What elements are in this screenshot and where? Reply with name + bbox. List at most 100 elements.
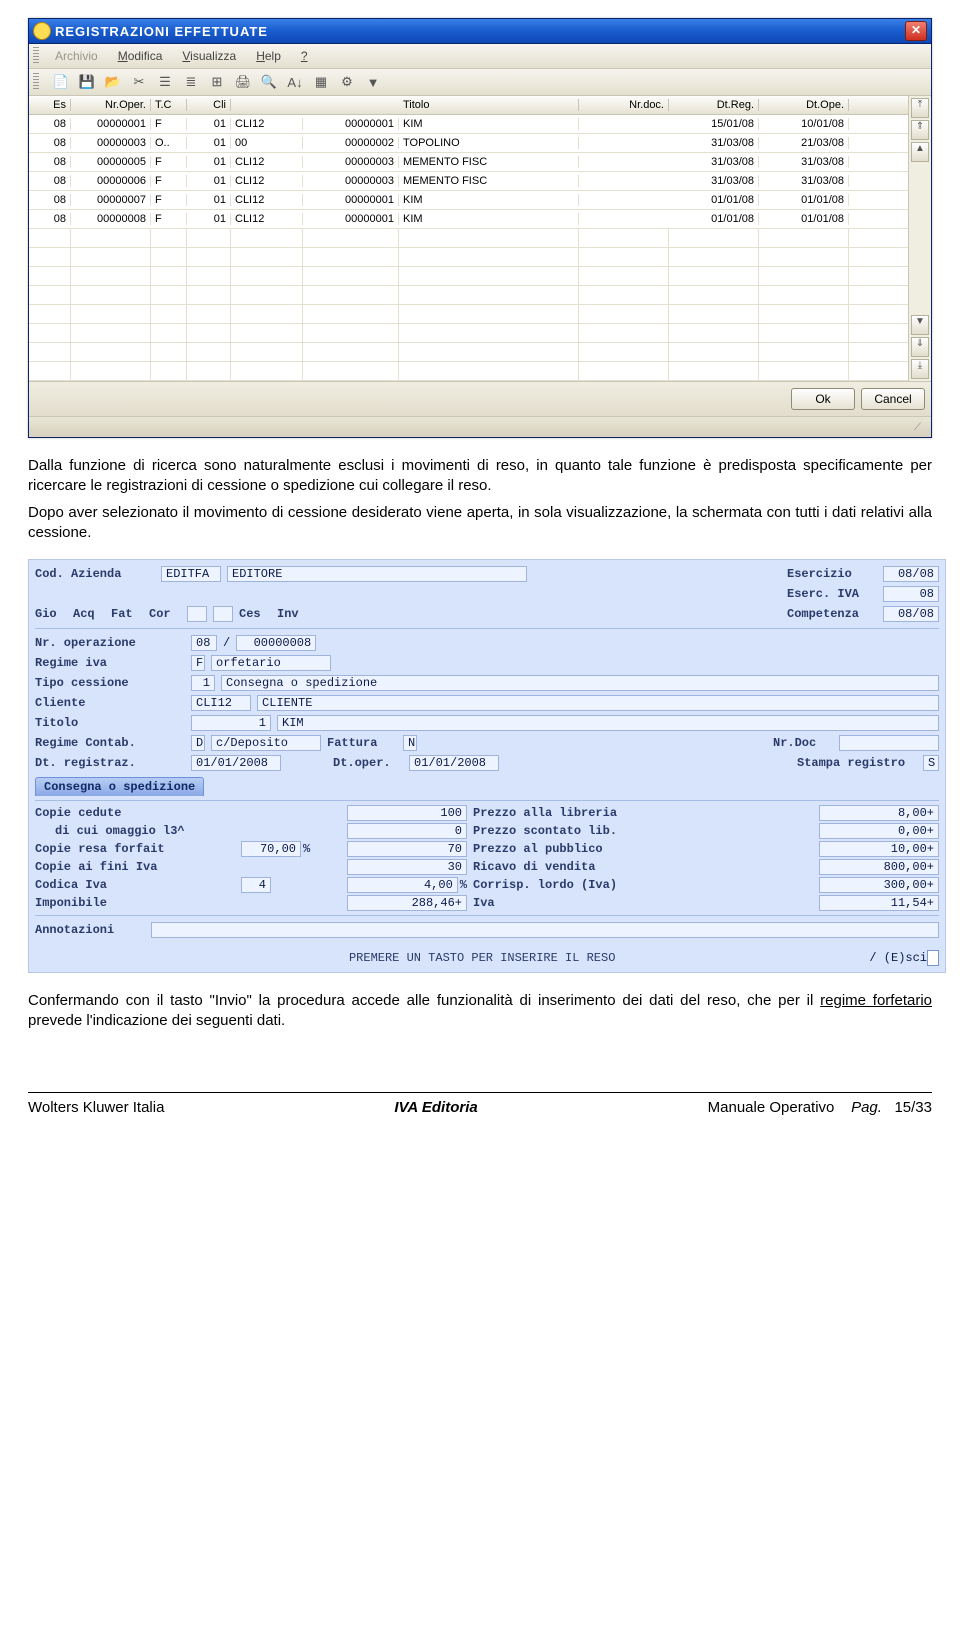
save-icon[interactable]: 💾 <box>77 72 97 92</box>
grid-body[interactable]: 0800000001F01CLI1200000001KIM15/01/0810/… <box>29 115 908 381</box>
paragraph-1: Dalla funzione di ricerca sono naturalme… <box>28 456 932 497</box>
val-iva: 11,54+ <box>819 895 939 911</box>
menu-about[interactable]: ? <box>291 47 318 65</box>
col-titolo: Titolo <box>399 99 579 111</box>
table-row[interactable] <box>29 305 908 324</box>
lbl-titolo: Titolo <box>35 716 185 730</box>
lbl-dtoper: Dt.oper. <box>333 756 403 770</box>
table-row[interactable] <box>29 343 908 362</box>
lbl-gio: Gio <box>35 607 67 621</box>
grid-header[interactable]: Es Nr.Oper. T.C Cli Titolo Nr.doc. Dt.Re… <box>29 96 908 115</box>
fld-regcontB: c/Deposito <box>211 735 321 751</box>
prompt-text: PREMERE UN TASTO PER INSERIRE IL RESO <box>95 951 869 965</box>
lbl-prezzo-lib: Prezzo alla libreria <box>473 806 813 820</box>
scrollbar[interactable]: ⤒ ⇑ ▲ ▼ ⇓ ⤓ <box>908 96 931 381</box>
window-title: REGISTRAZIONI EFFETTUATE <box>55 24 905 39</box>
lbl-tipoc: Tipo cessione <box>35 676 185 690</box>
app-icon <box>33 22 51 40</box>
lbl-forfait: Copie resa forfait <box>35 842 235 856</box>
table-row[interactable] <box>29 286 908 305</box>
find-icon[interactable]: 🔍 <box>259 72 279 92</box>
table-row[interactable]: 0800000003O..010000000002TOPOLINO31/03/0… <box>29 134 908 153</box>
sort-icon[interactable]: A↓ <box>285 72 305 92</box>
lbl-prezzo-scont: Prezzo scontato lib. <box>473 824 813 838</box>
footer-left: Wolters Kluwer Italia <box>28 1099 164 1116</box>
menu-help[interactable]: Help <box>246 47 291 65</box>
val-corrisp: 300,00+ <box>819 877 939 893</box>
fld-regivaA: F <box>191 655 205 671</box>
lbl-copie-cedute: Copie cedute <box>35 806 235 820</box>
titlebar[interactable]: REGISTRAZIONI EFFETTUATE ✕ <box>29 19 931 44</box>
fld-annot <box>151 922 939 938</box>
table-row[interactable]: 0800000008F01CLI1200000001KIM01/01/0801/… <box>29 210 908 229</box>
col-nrdoc: Nr.doc. <box>579 99 669 111</box>
excel-icon[interactable]: ▦ <box>311 72 331 92</box>
grip-icon <box>33 47 39 65</box>
lbl-stampa: Stampa registro <box>797 756 917 770</box>
val-prezzo-pub: 10,00+ <box>819 841 939 857</box>
lbl-eserciva: Eserc. IVA <box>787 587 877 601</box>
val-ricavo: 800,00+ <box>819 859 939 875</box>
print-icon[interactable]: 🖨 <box>233 72 253 92</box>
table-row[interactable] <box>29 324 908 343</box>
menu-modifica[interactable]: Modifica <box>108 47 173 65</box>
open-icon[interactable]: 📂 <box>103 72 123 92</box>
statusbar: ⟋ <box>29 416 931 437</box>
ok-button[interactable]: Ok <box>791 388 855 410</box>
lbl-omaggio: di cui omaggio l3^ <box>35 824 235 838</box>
lbl-fattura: Fattura <box>327 736 397 750</box>
fld-titoloA: 1 <box>191 715 271 731</box>
col-nroper: Nr.Oper. <box>71 99 151 111</box>
page-footer: Wolters Kluwer Italia IVA Editoria Manua… <box>28 1092 932 1126</box>
grip-icon <box>33 73 39 91</box>
scroll-pageup-icon[interactable]: ⇑ <box>911 120 929 140</box>
tool-icon[interactable]: ⚙ <box>337 72 357 92</box>
cut-icon[interactable]: ✂ <box>129 72 149 92</box>
lbl-inv: Inv <box>277 607 309 621</box>
lbl-iva: Iva <box>473 896 813 910</box>
lbl-regiva: Regime iva <box>35 656 185 670</box>
lbl-ces: Ces <box>239 607 271 621</box>
table-row[interactable]: 0800000006F01CLI1200000003MEMENTO FISC31… <box>29 172 908 191</box>
list-icon[interactable]: ☰ <box>155 72 175 92</box>
lbl-nrop: Nr. operazione <box>35 636 185 650</box>
fld-regcontA: D <box>191 735 205 751</box>
lbl-compet: Competenza <box>787 607 877 621</box>
scroll-top-icon[interactable]: ⤒ <box>911 98 929 118</box>
paragraph-2: Dopo aver selezionato il movimento di ce… <box>28 503 932 544</box>
val-copie-cedute: 100 <box>347 805 467 821</box>
table-row[interactable] <box>29 267 908 286</box>
fld-eserc: 08/08 <box>883 566 939 582</box>
cursor-icon <box>927 950 939 966</box>
scroll-bottom-icon[interactable]: ⤓ <box>911 359 929 379</box>
val-codiva-code: 4 <box>241 877 271 893</box>
table-row[interactable]: 0800000007F01CLI1200000001KIM01/01/0801/… <box>29 191 908 210</box>
menu-archivio[interactable]: Archivio <box>45 47 108 65</box>
scroll-down-icon[interactable]: ▼ <box>911 315 929 335</box>
list2-icon[interactable]: ≣ <box>181 72 201 92</box>
table-row[interactable]: 0800000005F01CLI1200000003MEMENTO FISC31… <box>29 153 908 172</box>
fld-tipocA: 1 <box>191 675 215 691</box>
table-row[interactable] <box>29 229 908 248</box>
scroll-pagedown-icon[interactable]: ⇓ <box>911 337 929 357</box>
tab-consegna[interactable]: Consegna o spedizione <box>35 777 204 796</box>
col-cli: Cli <box>187 99 231 111</box>
paragraph-3: Confermando con il tasto "Invio" la proc… <box>28 991 932 1032</box>
close-icon[interactable]: ✕ <box>905 21 927 41</box>
val-forfait: 70 <box>347 841 467 857</box>
val-omaggio: 0 <box>347 823 467 839</box>
lbl-corrisp: Corrisp. lordo (Iva) <box>473 878 813 892</box>
detail-form: Cod. Azienda EDITFA EDITORE Esercizio 08… <box>28 559 946 973</box>
table-icon[interactable]: ⊞ <box>207 72 227 92</box>
footer-right: Manuale Operativo Pag. 15/33 <box>708 1099 932 1116</box>
scroll-up-icon[interactable]: ▲ <box>911 142 929 162</box>
footer-mid: IVA Editoria <box>394 1099 477 1116</box>
new-icon[interactable]: 📄 <box>51 72 71 92</box>
cancel-button[interactable]: Cancel <box>861 388 925 410</box>
table-row[interactable] <box>29 248 908 267</box>
table-row[interactable] <box>29 362 908 381</box>
filter-icon[interactable]: ▼ <box>363 72 383 92</box>
fld-clienteB: CLIENTE <box>257 695 939 711</box>
table-row[interactable]: 0800000001F01CLI1200000001KIM15/01/0810/… <box>29 115 908 134</box>
menu-visualizza[interactable]: Visualizza <box>172 47 246 65</box>
